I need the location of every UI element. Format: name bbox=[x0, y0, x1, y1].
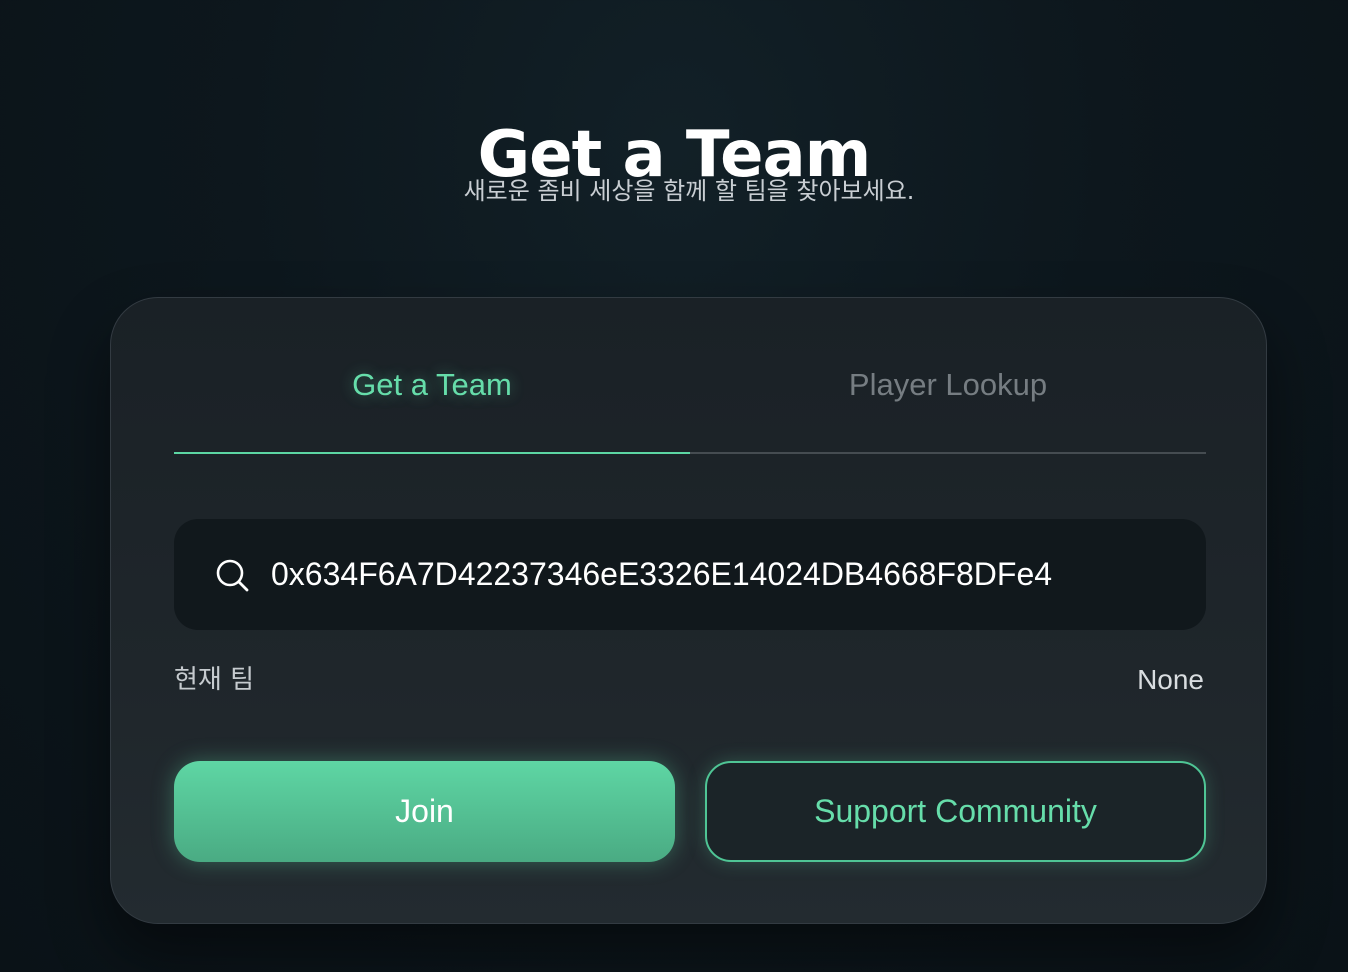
tab-bar: Get a Team Player Lookup bbox=[174, 338, 1206, 454]
tab-player-lookup[interactable]: Player Lookup bbox=[690, 338, 1206, 454]
search-box bbox=[174, 519, 1206, 630]
search-input[interactable] bbox=[271, 519, 1171, 630]
support-community-button[interactable]: Support Community bbox=[705, 761, 1206, 862]
join-button[interactable]: Join bbox=[174, 761, 675, 862]
tab-get-a-team[interactable]: Get a Team bbox=[174, 338, 690, 454]
page-subtitle: 새로운 좀비 세상을 함께 할 팀을 찾아보세요. bbox=[463, 177, 915, 205]
team-card: Get a Team Player Lookup 현재 팀 None Join … bbox=[110, 297, 1267, 924]
tab-player-lookup-label: Player Lookup bbox=[848, 367, 1048, 402]
search-icon bbox=[216, 559, 249, 592]
tab-get-a-team-label: Get a Team bbox=[352, 367, 512, 402]
current-team-value: None bbox=[1137, 664, 1204, 695]
current-team-label: 현재 팀 bbox=[174, 665, 255, 695]
